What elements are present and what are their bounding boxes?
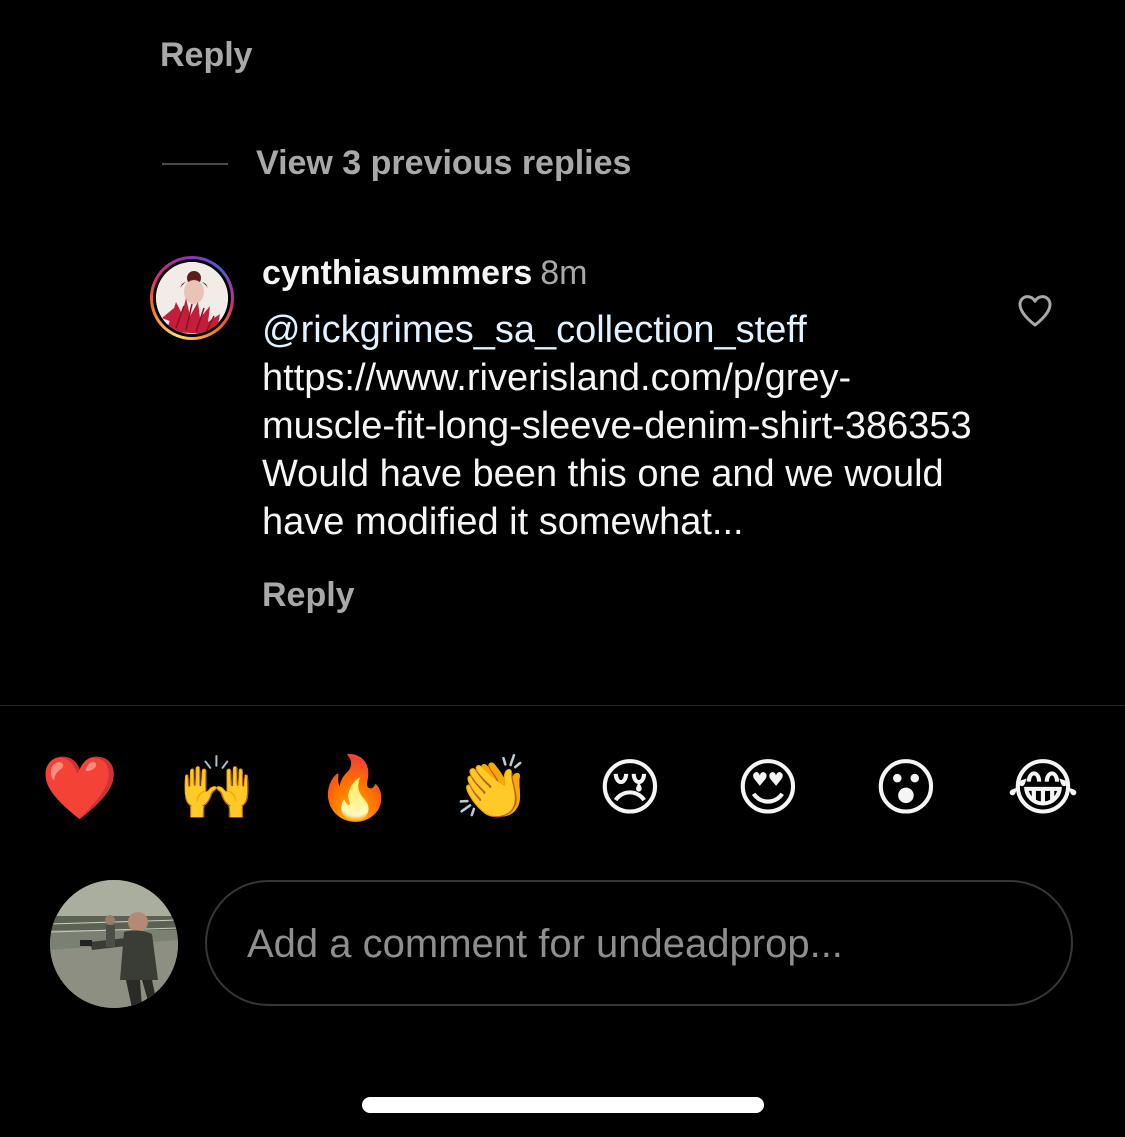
home-indicator[interactable]	[362, 1097, 764, 1113]
divider	[0, 705, 1125, 706]
comment-text: https://www.riverisland.com/p/grey-muscl…	[262, 357, 972, 543]
heart-outline-icon[interactable]	[1015, 290, 1055, 330]
quick-reactions-bar: ❤️ 🙌 🔥 👏 😢 😍 😮 😂	[0, 748, 1125, 828]
surprised-face-emoji[interactable]: 😮	[866, 748, 946, 828]
raising-hands-emoji[interactable]: 🙌	[177, 748, 257, 828]
comment-body: @rickgrimes_sa_collection_steff https://…	[262, 306, 982, 546]
clapping-hands-emoji[interactable]: 👏	[453, 748, 533, 828]
current-user-avatar	[50, 880, 178, 1008]
commenter-avatar[interactable]	[150, 256, 234, 340]
truncated-previous-text	[160, 0, 270, 8]
crying-face-emoji[interactable]: 😢	[590, 748, 670, 828]
reply-button-previous[interactable]: Reply	[160, 36, 253, 75]
view-previous-replies-label: View 3 previous replies	[256, 144, 632, 182]
red-heart-emoji[interactable]: ❤️	[40, 748, 120, 828]
comment-header: cynthiasummers 8m	[262, 252, 1022, 294]
comment: cynthiasummers 8m @rickgrimes_sa_collecti…	[262, 252, 1022, 615]
comment-mention[interactable]: @rickgrimes_sa_collection_steff	[262, 309, 807, 351]
commenter-avatar-image	[156, 262, 228, 334]
fire-emoji[interactable]: 🔥	[315, 748, 395, 828]
thread-line	[162, 162, 228, 165]
view-previous-replies-button[interactable]: View 3 previous replies	[162, 144, 631, 183]
comment-timestamp: 8m	[540, 254, 588, 292]
comment-input[interactable]	[245, 882, 1029, 1006]
comment-reply-button[interactable]: Reply	[262, 576, 1022, 615]
heart-eyes-emoji[interactable]: 😍	[728, 748, 808, 828]
comment-username[interactable]: cynthiasummers	[262, 254, 532, 292]
tears-of-joy-emoji[interactable]: 😂	[1003, 748, 1083, 828]
comment-composer	[205, 880, 1073, 1006]
